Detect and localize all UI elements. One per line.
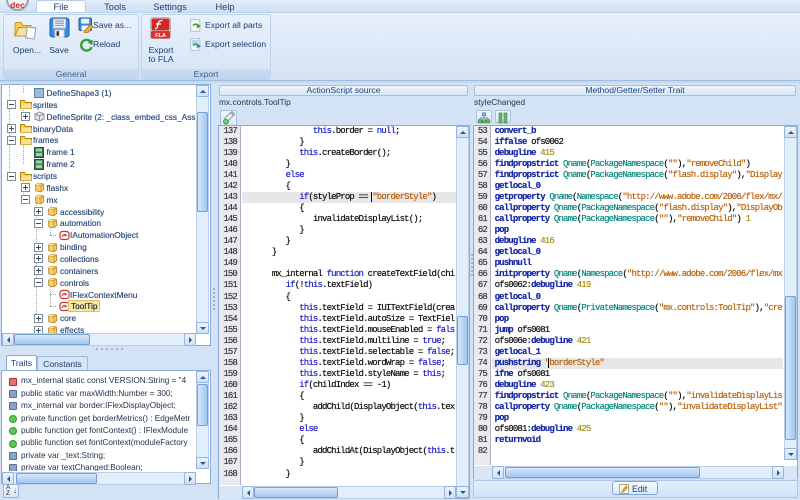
- svg-text:FLA: FLA: [155, 33, 166, 39]
